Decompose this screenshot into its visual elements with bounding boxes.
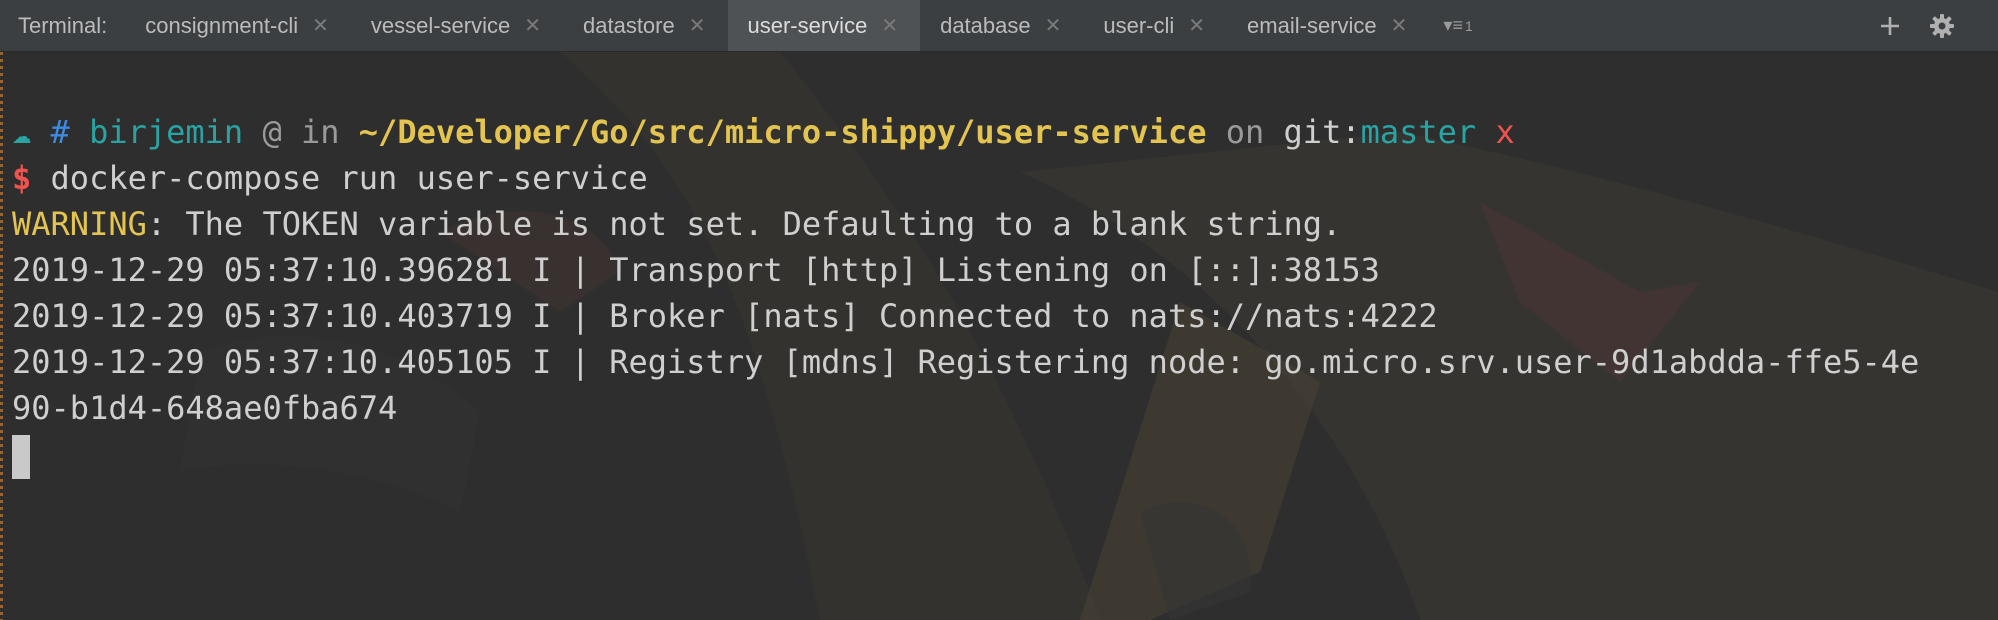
close-icon[interactable]: ✕ [1188,16,1205,36]
panel-edge [1968,0,1998,51]
prompt-at: @ [262,113,282,151]
tab-user-cli[interactable]: user-cli ✕ [1083,0,1227,51]
log-line: 2019-12-29 05:37:10.396281 I | Transport… [12,251,1380,289]
log-line: 2019-12-29 05:37:10.403719 I | Broker [n… [12,297,1438,335]
tabbar-spacer [1487,0,1864,51]
tab-consignment-cli[interactable]: consignment-cli ✕ [125,0,351,51]
tab-label: vessel-service [370,12,511,38]
close-icon[interactable]: ✕ [524,16,541,36]
prompt-user: birjemin [89,113,244,151]
gear-icon [1930,13,1954,38]
close-icon[interactable]: ✕ [689,16,706,36]
plus-icon [1881,16,1899,35]
tab-label: database [940,12,1031,38]
tab-label: consignment-cli [145,12,299,38]
terminal-output[interactable]: ☁ # birjemin @ in ~/Developer/Go/src/mic… [0,52,1998,620]
terminal-label: Terminal: [18,12,108,38]
tab-label: user-service [747,12,868,38]
warning-line: WARNING: The TOKEN variable is not set. … [12,201,1919,247]
prompt-dirty-flag: x [1495,113,1515,151]
settings-button[interactable] [1916,0,1968,51]
close-icon[interactable]: ✕ [1391,16,1408,36]
tab-database[interactable]: database ✕ [920,0,1083,51]
command-text: docker-compose run user-service [50,159,648,197]
tab-vessel-service[interactable]: vessel-service ✕ [351,0,563,51]
prompt-dollar: $ [12,159,32,197]
tab-label: user-cli [1103,12,1175,38]
cloud-icon: ☁ [12,113,32,151]
log-line: 2019-12-29 05:37:10.405105 I | Registry … [12,343,1920,381]
prompt-git-prefix: git: [1283,113,1361,151]
close-icon[interactable]: ✕ [881,16,898,36]
prompt-on: on [1225,113,1265,151]
tab-list-button[interactable]: ▾≡ 1 [1429,0,1486,51]
close-icon[interactable]: ✕ [312,16,329,36]
terminal-lines: ☁ # birjemin @ in ~/Developer/Go/src/mic… [12,109,1920,479]
command-line: $ docker-compose run user-service [12,155,1919,201]
terminal-left-marker [0,52,3,620]
tab-user-service[interactable]: user-service ✕ [727,0,921,51]
tab-email-service[interactable]: email-service ✕ [1227,0,1429,51]
terminal-cursor [12,434,30,479]
prompt-hash: # [50,113,70,151]
prompt-in: in [300,113,340,151]
new-terminal-button[interactable] [1864,0,1916,51]
tab-label: datastore [583,12,675,38]
prompt-branch: master [1360,113,1477,151]
cursor-line [12,431,1919,479]
close-icon[interactable]: ✕ [1045,16,1062,36]
prompt-path: ~/Developer/Go/src/micro-shippy/user-ser… [358,113,1207,151]
warning-text: : The TOKEN variable is not set. Default… [146,205,1342,243]
prompt-line: ☁ # birjemin @ in ~/Developer/Go/src/mic… [12,109,1919,155]
hidden-tabs-count: 1 [1464,17,1473,34]
log-line: 90-b1d4-648ae0fba674 [12,389,398,427]
warning-label: WARNING [12,205,147,243]
tab-list-icon: ▾≡ [1443,15,1463,35]
tab-datastore[interactable]: datastore ✕ [563,0,728,51]
tab-label: email-service [1247,12,1377,38]
terminal-tab-bar: Terminal: consignment-cli ✕ vessel-servi… [0,0,1998,52]
